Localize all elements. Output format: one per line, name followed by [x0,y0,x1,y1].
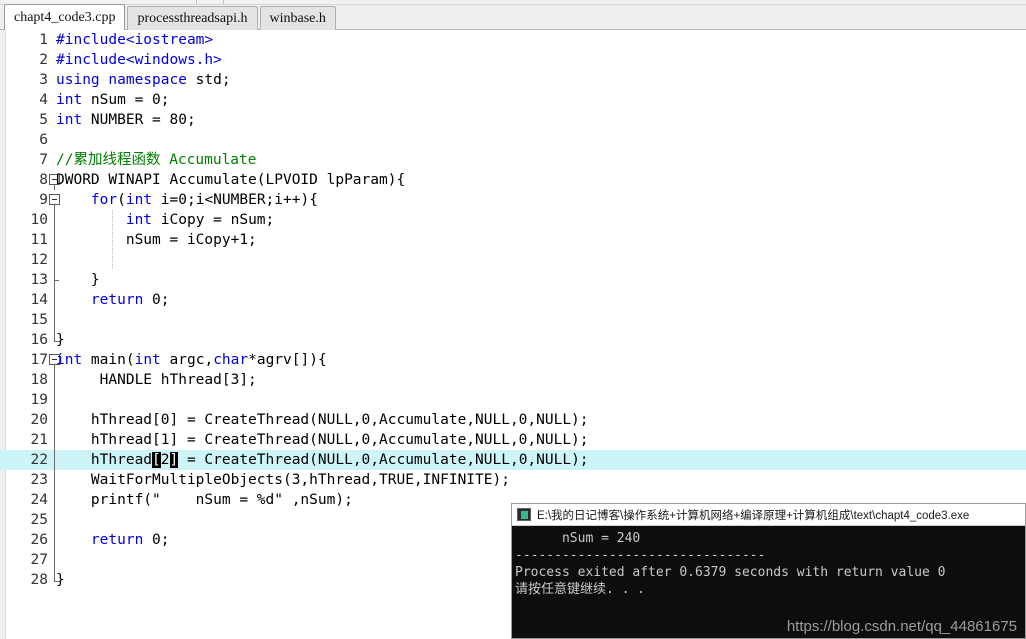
line-number: 23 [30,472,48,488]
code-line-text: nSum = iCopy+1; [56,232,257,248]
console-output-line: nSum = 240 [515,531,641,546]
tab-winbase-h[interactable]: winbase.h [259,6,336,30]
line-number: 12 [30,252,48,268]
console-output-line: Process exited after 0.6379 seconds with… [515,565,946,580]
console-output-line: -------------------------------- [515,548,766,563]
console-window[interactable]: E:\我的日记博客\操作系统+计算机网络+编译原理+计算机组成\text\cha… [511,503,1026,639]
code-line-text: printf(" nSum = %d" ,nSum); [56,492,353,508]
code-line[interactable]: 13 } [0,270,1026,290]
code-line[interactable]: 6 [0,130,1026,150]
code-line-text: #include<iostream> [56,32,214,48]
code-line-text: HANDLE hThread[3]; [56,372,257,388]
tab-bar-background [0,0,1026,5]
line-number: 2 [39,52,48,68]
code-line[interactable]: 17 int main(int argc,char*agrv[]){ [0,350,1026,370]
code-line[interactable]: 11 nSum = iCopy+1; [0,230,1026,250]
line-number: 9 [39,192,48,208]
line-number: 10 [30,212,48,228]
code-line-text: } [56,272,100,288]
code-line[interactable]: 2 #include<windows.h> [0,50,1026,70]
tab-processthreadsapi-h[interactable]: processthreadsapi.h [127,6,258,30]
line-number: 13 [30,272,48,288]
code-line[interactable]: 10 int iCopy = nSum; [0,210,1026,230]
code-line-text: WaitForMultipleObjects(3,hThread,TRUE,IN… [56,472,510,488]
line-number: 3 [39,72,48,88]
code-line-text: for(int i=0;i<NUMBER;i++){ [90,192,318,208]
code-line-text: hThread[2] = CreateThread(NULL,0,Accumul… [56,452,589,468]
line-number: 8 [39,172,48,188]
line-number: 28 [30,572,48,588]
code-line-text: return 0; [90,532,170,548]
code-line-text: //累加线程函数 Accumulate [56,152,257,168]
indent-guide [112,250,113,270]
bracket-match-close: ] [169,452,179,468]
line-number: 17 [30,352,48,368]
fold-guide [48,250,62,270]
line-number: 24 [30,492,48,508]
fold-guide [48,550,62,570]
line-number: 5 [39,112,48,128]
code-line[interactable]: 20 hThread[0] = CreateThread(NULL,0,Accu… [0,410,1026,430]
line-number: 1 [39,32,48,48]
line-number: 11 [30,232,48,248]
fold-guide [48,310,62,330]
code-line-text: int main(int argc,char*agrv[]){ [56,352,327,368]
code-line[interactable]: 15 [0,310,1026,330]
code-line-current[interactable]: 22 hThread[2] = CreateThread(NULL,0,Accu… [0,450,1026,470]
code-line-text: return 0; [90,292,170,308]
console-title-bar[interactable]: E:\我的日记博客\操作系统+计算机网络+编译原理+计算机组成\text\cha… [512,504,1025,526]
code-line[interactable]: 8 DWORD WINAPI Accumulate(LPVOID lpParam… [0,170,1026,190]
code-line[interactable]: 23 WaitForMultipleObjects(3,hThread,TRUE… [0,470,1026,490]
code-line-text: #include<windows.h> [56,52,222,68]
line-number: 26 [30,532,48,548]
line-number: 21 [30,432,48,448]
tab-bar-notch [196,0,224,4]
code-line[interactable]: 18 HANDLE hThread[3]; [0,370,1026,390]
code-line-text: int NUMBER = 80; [56,112,196,128]
console-output-line: 请按任意键继续. . . [515,582,646,597]
code-line[interactable]: 4 int nSum = 0; [0,90,1026,110]
code-line-text: } [56,332,65,348]
tab-chapt4-code3-cpp[interactable]: chapt4_code3.cpp [4,4,126,30]
code-line-text: hThread[0] = CreateThread(NULL,0,Accumul… [56,412,589,428]
line-number: 4 [39,92,48,108]
code-line[interactable]: 12 [0,250,1026,270]
line-number: 22 [30,452,48,468]
line-number: 7 [39,152,48,168]
line-number: 27 [30,552,48,568]
code-line[interactable]: 16 } [0,330,1026,350]
editor-tab-bar: chapt4_code3.cpp processthreadsapi.h win… [0,0,1026,30]
code-line[interactable]: 14 return 0; [0,290,1026,310]
fold-guide [48,510,62,530]
watermark-url: https://blog.csdn.net/qq_44861675 [786,618,1017,635]
code-line[interactable]: 3 using namespace std; [0,70,1026,90]
console-app-icon [517,508,531,521]
line-number: 18 [30,372,48,388]
code-line-text: DWORD WINAPI Accumulate(LPVOID lpParam){ [56,172,406,188]
code-line-text: using namespace std; [56,72,231,88]
line-number: 6 [39,132,48,148]
console-title-text: E:\我的日记博客\操作系统+计算机网络+编译原理+计算机组成\text\cha… [537,509,970,522]
line-number: 19 [30,392,48,408]
code-line[interactable]: 1 #include<iostream> [0,30,1026,50]
line-number: 25 [30,512,48,528]
code-line-text: int nSum = 0; [56,92,170,108]
code-line[interactable]: 5 int NUMBER = 80; [0,110,1026,130]
line-number: 15 [30,312,48,328]
code-line[interactable]: 9 for(int i=0;i<NUMBER;i++){ [0,190,1026,210]
bracket-match-open: [ [152,452,161,468]
fold-guide [48,390,62,410]
code-line[interactable]: 7 //累加线程函数 Accumulate [0,150,1026,170]
line-number: 16 [30,332,48,348]
console-output-area: nSum = 240 -----------------------------… [512,526,1025,638]
code-line-text: hThread[1] = CreateThread(NULL,0,Accumul… [56,432,589,448]
code-line[interactable]: 19 [0,390,1026,410]
code-line[interactable]: 21 hThread[1] = CreateThread(NULL,0,Accu… [0,430,1026,450]
code-line-text: int iCopy = nSum; [125,212,275,228]
line-number: 14 [30,292,48,308]
code-line-text: } [56,572,65,588]
line-number: 20 [30,412,48,428]
